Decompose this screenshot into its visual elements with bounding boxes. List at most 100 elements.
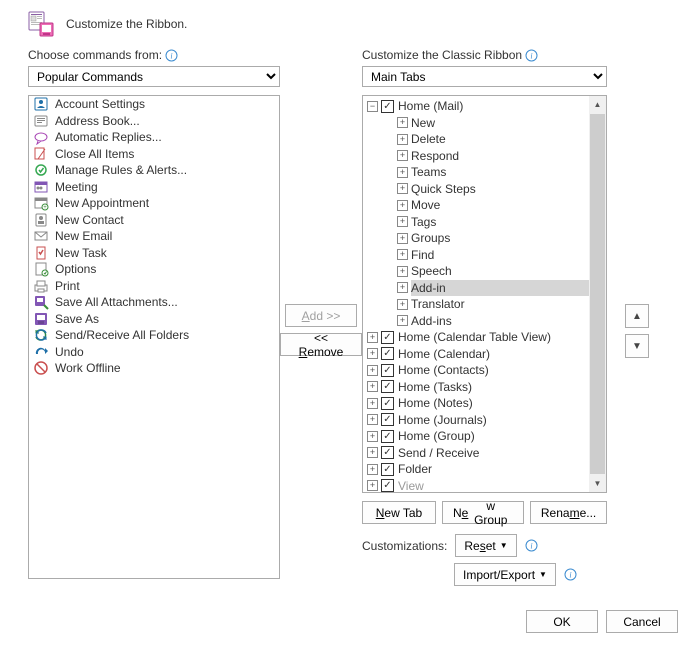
tree-item[interactable]: +✓Home (Contacts): [367, 362, 606, 379]
tree-item[interactable]: +Respond: [367, 148, 606, 165]
scroll-up[interactable]: ▲: [589, 96, 606, 113]
expand-icon[interactable]: +: [397, 183, 408, 194]
tree-item[interactable]: +✓Folder: [367, 461, 606, 478]
expand-icon[interactable]: +: [397, 216, 408, 227]
expand-icon[interactable]: +: [397, 117, 408, 128]
info-icon[interactable]: i: [525, 539, 538, 552]
tree-item[interactable]: +Add-ins: [367, 313, 606, 330]
command-item[interactable]: Undo: [29, 344, 279, 361]
tree-item[interactable]: +Find: [367, 247, 606, 264]
command-item[interactable]: Save All Attachments...: [29, 294, 279, 311]
expand-icon[interactable]: +: [367, 414, 378, 425]
checkbox[interactable]: ✓: [381, 347, 394, 360]
expand-icon[interactable]: +: [367, 348, 378, 359]
checkbox[interactable]: ✓: [381, 380, 394, 393]
tree-item[interactable]: +✓Home (Notes): [367, 395, 606, 412]
tree-item[interactable]: +✓Send / Receive: [367, 445, 606, 462]
expand-icon[interactable]: +: [397, 282, 408, 293]
ribbon-tree[interactable]: −✓Home (Mail)+New+Delete+Respond+Teams+Q…: [362, 95, 607, 493]
tree-item[interactable]: +Delete: [367, 131, 606, 148]
move-down-button[interactable]: ▼: [625, 334, 649, 358]
command-item[interactable]: Close All Items: [29, 146, 279, 163]
expand-icon[interactable]: +: [367, 365, 378, 376]
expand-icon[interactable]: +: [367, 381, 378, 392]
tree-item[interactable]: +Move: [367, 197, 606, 214]
command-item[interactable]: Manage Rules & Alerts...: [29, 162, 279, 179]
command-item[interactable]: +New Appointment: [29, 195, 279, 212]
scrollbar[interactable]: ▲ ▼: [589, 96, 606, 492]
command-item[interactable]: New Contact: [29, 212, 279, 229]
collapse-icon[interactable]: −: [367, 101, 378, 112]
tree-item[interactable]: +Add-in: [367, 280, 606, 297]
expand-icon[interactable]: +: [367, 332, 378, 343]
tree-item[interactable]: +Translator: [367, 296, 606, 313]
info-icon[interactable]: i: [564, 568, 577, 581]
tree-item[interactable]: +✓Home (Tasks): [367, 379, 606, 396]
expand-icon[interactable]: +: [397, 134, 408, 145]
expand-icon[interactable]: +: [397, 299, 408, 310]
rename-button[interactable]: Rename...: [530, 501, 607, 524]
checkbox[interactable]: ✓: [381, 397, 394, 410]
expand-icon[interactable]: +: [397, 233, 408, 244]
expand-icon[interactable]: +: [397, 315, 408, 326]
command-item[interactable]: New Email: [29, 228, 279, 245]
command-item[interactable]: New Task: [29, 245, 279, 262]
tree-item[interactable]: +✓Home (Calendar): [367, 346, 606, 363]
expand-icon[interactable]: +: [367, 431, 378, 442]
command-item[interactable]: Save As: [29, 311, 279, 328]
expand-icon[interactable]: +: [397, 266, 408, 277]
expand-icon[interactable]: +: [367, 480, 378, 491]
info-icon[interactable]: i: [165, 49, 178, 62]
new-tab-button[interactable]: New Tab: [362, 501, 436, 524]
tree-item[interactable]: +Speech: [367, 263, 606, 280]
scroll-down[interactable]: ▼: [589, 475, 606, 492]
checkbox[interactable]: ✓: [381, 430, 394, 443]
checkbox[interactable]: ✓: [381, 413, 394, 426]
reset-button[interactable]: Reset ▼: [455, 534, 516, 557]
command-item[interactable]: Account Settings: [29, 96, 279, 113]
command-item[interactable]: Meeting: [29, 179, 279, 196]
command-item[interactable]: Work Offline: [29, 360, 279, 377]
cancel-button[interactable]: Cancel: [606, 610, 678, 633]
new-group-button[interactable]: New Group: [442, 501, 524, 524]
tree-item[interactable]: +Teams: [367, 164, 606, 181]
command-item[interactable]: Send/Receive All Folders: [29, 327, 279, 344]
tree-item[interactable]: +Groups: [367, 230, 606, 247]
expand-icon[interactable]: +: [367, 447, 378, 458]
move-up-button[interactable]: ▲: [625, 304, 649, 328]
expand-icon[interactable]: +: [397, 200, 408, 211]
ok-button[interactable]: OK: [526, 610, 598, 633]
import-export-button[interactable]: Import/Export ▼: [454, 563, 556, 586]
tree-item[interactable]: +✓View: [367, 478, 606, 495]
checkbox[interactable]: ✓: [381, 479, 394, 492]
checkbox[interactable]: ✓: [381, 100, 394, 113]
checkbox[interactable]: ✓: [381, 364, 394, 377]
tree-item[interactable]: +✓Home (Group): [367, 428, 606, 445]
expand-icon[interactable]: +: [367, 464, 378, 475]
expand-icon[interactable]: +: [367, 398, 378, 409]
command-item[interactable]: Automatic Replies...: [29, 129, 279, 146]
remove-button[interactable]: << Remove: [280, 333, 362, 356]
tree-label: Tags: [411, 215, 436, 229]
checkbox[interactable]: ✓: [381, 331, 394, 344]
tree-item[interactable]: +New: [367, 115, 606, 132]
ribbon-combo[interactable]: Main Tabs: [362, 66, 607, 87]
tree-item[interactable]: +Tags: [367, 214, 606, 231]
command-item[interactable]: Options: [29, 261, 279, 278]
expand-icon[interactable]: +: [397, 249, 408, 260]
tree-item[interactable]: +✓Home (Calendar Table View): [367, 329, 606, 346]
command-item[interactable]: Print: [29, 278, 279, 295]
info-icon[interactable]: i: [525, 49, 538, 62]
expand-icon[interactable]: +: [397, 167, 408, 178]
expand-icon[interactable]: +: [397, 150, 408, 161]
tree-item[interactable]: −✓Home (Mail): [367, 98, 606, 115]
checkbox[interactable]: ✓: [381, 463, 394, 476]
add-button[interactable]: Add >>: [285, 304, 357, 327]
tree-item[interactable]: +✓Home (Journals): [367, 412, 606, 429]
commands-combo[interactable]: Popular Commands: [28, 66, 280, 87]
tree-item[interactable]: +Quick Steps: [367, 181, 606, 198]
commands-list[interactable]: Account SettingsAddress Book...Automatic…: [28, 95, 280, 579]
command-item[interactable]: Address Book...: [29, 113, 279, 130]
scroll-thumb[interactable]: [590, 114, 605, 474]
checkbox[interactable]: ✓: [381, 446, 394, 459]
